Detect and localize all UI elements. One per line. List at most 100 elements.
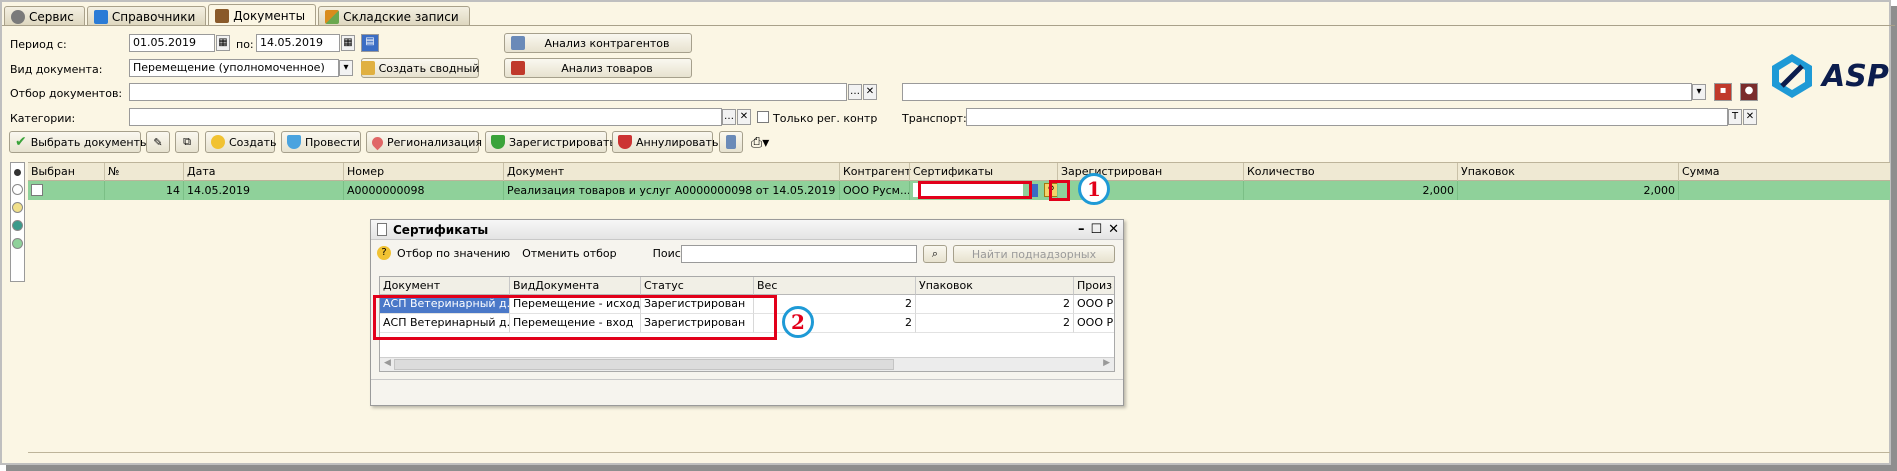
row-checkbox[interactable] [31, 184, 43, 196]
clear-icon[interactable]: ✕ [863, 84, 877, 100]
only-reg-checkbox[interactable] [757, 111, 769, 123]
binoculars-button[interactable]: ⌕ [923, 245, 947, 263]
dialog-divider [371, 379, 1123, 380]
col-weight[interactable]: Вес [754, 277, 916, 295]
tab-documents[interactable]: Документы [208, 4, 317, 26]
scroll-right-icon[interactable]: ▶ [1103, 358, 1110, 368]
cell-producer: ООО Р [1074, 295, 1114, 314]
doc-filter-field[interactable] [129, 83, 847, 101]
logo-mark-icon [1772, 54, 1812, 98]
period-from-field[interactable]: 01.05.2019 [129, 34, 215, 52]
copy-button[interactable]: ⧉ [175, 131, 199, 153]
post-button[interactable]: Провести [281, 131, 361, 153]
more-icon[interactable]: … [722, 109, 736, 125]
radio-active-icon[interactable] [14, 169, 21, 176]
close-icon[interactable]: ✕ [1108, 222, 1119, 237]
col-packages[interactable]: Упаковок [916, 277, 1074, 295]
text-icon[interactable]: T [1728, 109, 1742, 125]
clear-icon[interactable]: ✕ [1743, 109, 1757, 125]
cell-selected[interactable] [28, 181, 104, 200]
logo-text: ASP [1822, 58, 1889, 94]
analyze-contractors-button[interactable]: Анализ контрагентов [504, 33, 692, 53]
col-doc-kind[interactable]: ВидДокумента [510, 277, 641, 295]
horizontal-scrollbar[interactable]: ◀ ▶ [380, 357, 1114, 371]
delete-button[interactable] [719, 131, 743, 153]
tab-directories[interactable]: Справочники [86, 6, 207, 26]
cell-weight: 2 [754, 314, 916, 333]
tab-label: Сервис [29, 9, 74, 24]
create-label: Создать [229, 135, 277, 149]
gear-icon [11, 9, 25, 24]
col-certificates[interactable]: Сертификаты [909, 163, 1057, 182]
tab-warehouse[interactable]: Складские записи [318, 6, 470, 26]
help-icon[interactable]: ? [377, 246, 391, 260]
doc-filter-label: Отбор документов: [10, 87, 123, 100]
radio-teal-icon[interactable] [12, 220, 23, 231]
save-icon[interactable]: ▪ [1714, 83, 1732, 101]
print-icon[interactable]: ⎙▾ [751, 135, 769, 151]
doc-type-select[interactable]: Перемещение (уполномоченное) [129, 59, 339, 77]
regionalization-button[interactable]: Регионализация [366, 131, 482, 153]
location-pin-icon [369, 134, 386, 150]
col-document[interactable]: Документ [503, 163, 839, 182]
maximize-icon[interactable]: ☐ [1090, 222, 1102, 237]
bottom-divider [28, 452, 1890, 453]
clear-icon[interactable]: ✕ [737, 109, 751, 125]
col-doc-number[interactable]: Номер [343, 163, 503, 182]
period-settings-icon[interactable]: ▤ [361, 34, 379, 52]
period-to-field[interactable]: 14.05.2019 [256, 34, 340, 52]
calendar-to-icon[interactable]: ▦ [341, 35, 355, 51]
more-icon[interactable]: … [848, 84, 862, 100]
col-number[interactable]: № [104, 163, 183, 182]
highlight-certificates-field [918, 181, 1032, 199]
radio-yellow-icon[interactable] [12, 202, 23, 213]
chevron-down-icon[interactable]: ▾ [339, 60, 353, 76]
radio-green-icon[interactable] [12, 238, 23, 249]
minimize-icon[interactable]: – [1078, 222, 1085, 237]
categories-field[interactable] [129, 108, 722, 126]
scroll-left-icon[interactable]: ◀ [384, 358, 391, 368]
shield-icon [287, 135, 301, 149]
cell-quantity: 2,000 [1243, 181, 1457, 200]
col-date[interactable]: Дата [183, 163, 343, 182]
cancel-filter-button[interactable]: Отменить отбор [522, 247, 617, 260]
create-summary-button[interactable]: Создать сводный [360, 58, 479, 78]
search-input[interactable] [681, 245, 917, 263]
col-quantity[interactable]: Количество [1243, 163, 1457, 182]
cell-packages: 2 [916, 295, 1074, 314]
col-contractor[interactable]: Контрагент [839, 163, 911, 182]
cancel-shield-icon [618, 135, 632, 149]
window-shadow-right [1891, 6, 1897, 471]
cell-document: Реализация товаров и услуг A0000000098 о… [503, 181, 839, 200]
select-docs-button[interactable]: ✔ Выбрать документы [9, 131, 149, 153]
cell-number: 14 [104, 181, 183, 200]
col-sum[interactable]: Сумма [1678, 163, 1890, 182]
tab-service[interactable]: Сервис [4, 6, 85, 26]
col-packages[interactable]: Упаковок [1457, 163, 1678, 182]
shield-check-icon [491, 135, 505, 149]
row-indicator-column [10, 162, 25, 282]
chevron-down-icon[interactable]: ▾ [1692, 84, 1706, 100]
book-icon [93, 9, 108, 24]
transport-field[interactable] [966, 108, 1728, 126]
col-producer[interactable]: Произ [1074, 277, 1114, 295]
create-button[interactable]: Создать [205, 131, 277, 153]
col-status[interactable]: Статус [641, 277, 754, 295]
register-button[interactable]: Зарегистрировать [485, 131, 616, 153]
analyze-goods-button[interactable]: Анализ товаров [504, 58, 692, 78]
col-document[interactable]: Документ [380, 277, 510, 295]
filter-by-value-button[interactable]: Отбор по значению [397, 247, 510, 260]
calendar-from-icon[interactable]: ▦ [216, 35, 230, 51]
find-supervised-button[interactable]: Найти поднадзорных [953, 245, 1115, 263]
cancel-doc-button[interactable]: Аннулировать [612, 131, 718, 153]
record-icon[interactable]: ● [1740, 83, 1758, 101]
extra-filter-field[interactable] [902, 83, 1692, 101]
scroll-thumb[interactable] [394, 359, 894, 370]
period-label: Период с: [10, 38, 67, 51]
table-header: Выбран № Дата Номер Документ Контрагент … [28, 162, 1890, 182]
col-selected[interactable]: Выбран [28, 163, 104, 182]
edit-grid-button[interactable]: ✎ [146, 131, 170, 153]
checkmark-icon: ✔ [15, 134, 27, 150]
radio-icon[interactable] [12, 184, 23, 195]
cell-packages: 2,000 [1457, 181, 1678, 200]
